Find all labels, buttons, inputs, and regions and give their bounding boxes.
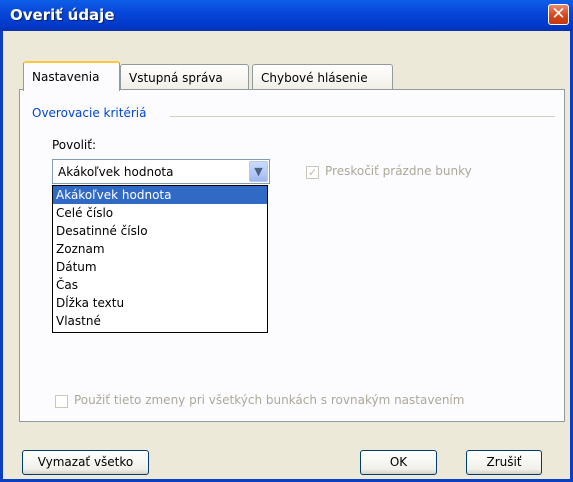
title-bar[interactable]: Overiť údaje ✕: [0, 0, 573, 31]
tab-error-alert[interactable]: Chybové hlásenie: [252, 64, 393, 89]
dialog-title: Overiť údaje: [10, 6, 115, 24]
apply-all-checkbox[interactable]: [55, 395, 68, 408]
chevron-down-icon[interactable]: ▼: [249, 161, 268, 182]
ok-button[interactable]: OK: [360, 450, 437, 475]
allow-dropdown-list[interactable]: Akákoľvek hodnota Celé číslo Desatinné č…: [52, 185, 268, 333]
ignore-blank-checkbox[interactable]: ✓: [306, 166, 319, 179]
list-item[interactable]: Dátum: [53, 258, 267, 276]
close-icon: ✕: [551, 4, 566, 24]
list-item[interactable]: Celé číslo: [53, 204, 267, 222]
allow-label: Povoliť:: [52, 138, 97, 152]
cancel-button[interactable]: Zrušiť: [466, 450, 542, 475]
list-item[interactable]: Zoznam: [53, 240, 267, 258]
close-button[interactable]: ✕: [548, 4, 569, 25]
list-item[interactable]: Vlastné: [53, 312, 267, 330]
ignore-blank-label: Preskočiť prázdne bunky: [325, 164, 472, 178]
allow-selected-value: Akákoľvek hodnota: [58, 165, 174, 179]
tab-input-message[interactable]: Vstupná správa: [120, 64, 249, 89]
group-divider: [170, 116, 555, 117]
tab-error-alert-label: Chybové hlásenie: [261, 71, 368, 85]
list-item[interactable]: Akákoľvek hodnota: [53, 186, 267, 204]
list-item[interactable]: Dĺžka textu: [53, 294, 267, 312]
list-item[interactable]: Čas: [53, 276, 267, 294]
clear-all-button[interactable]: Vymazať všetko: [22, 450, 149, 475]
validation-criteria-label: Overovacie kritériá: [32, 106, 147, 120]
apply-all-label: Použiť tieto zmeny pri všetkých bunkách …: [74, 393, 465, 407]
tab-settings-label: Nastavenia: [32, 70, 100, 84]
allow-combobox[interactable]: Akákoľvek hodnota ▼: [52, 159, 270, 184]
tab-settings[interactable]: Nastavenia: [23, 61, 120, 91]
tab-input-message-label: Vstupná správa: [129, 71, 223, 85]
list-item[interactable]: Desatinné číslo: [53, 222, 267, 240]
